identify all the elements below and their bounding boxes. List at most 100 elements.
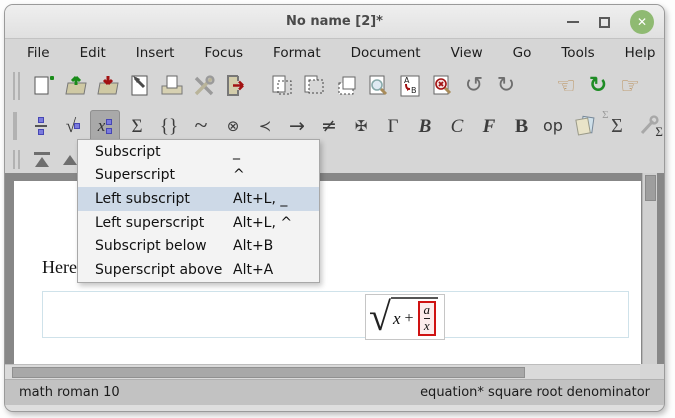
- paste-button[interactable]: [331, 70, 361, 102]
- menu-item-left-subscript[interactable]: Left subscript Alt+L, _: [78, 187, 319, 211]
- equation-environment[interactable]: √ x + a x: [42, 291, 629, 338]
- menu-item-subscript-below[interactable]: Subscript below Alt+B: [78, 234, 319, 258]
- binary-operator-button[interactable]: ⊗: [218, 110, 248, 142]
- back-hand-icon: ☜: [556, 74, 576, 99]
- undo-button[interactable]: ↺: [459, 70, 489, 102]
- replace-icon: A B: [397, 73, 423, 99]
- paragraph-text: Here: [42, 257, 77, 278]
- shortcut-label: Alt+L, ^: [233, 215, 305, 231]
- horizontal-scrollbar[interactable]: [5, 364, 640, 379]
- new-document-button[interactable]: [29, 70, 59, 102]
- fraction-numerator: a: [424, 303, 431, 318]
- minimize-button[interactable]: [567, 21, 579, 23]
- find-button[interactable]: [363, 70, 393, 102]
- subsup-dropdown-menu: Subscript _ Superscript ^ Left subscript…: [77, 139, 320, 283]
- focused-fraction[interactable]: a x: [418, 301, 437, 336]
- export-icon: [223, 73, 249, 99]
- accent-button[interactable]: ~: [186, 110, 216, 142]
- big-operator-button[interactable]: Σ: [122, 110, 152, 142]
- window-title: No name [2]*: [286, 14, 383, 29]
- shortcut-label: Alt+L, _: [233, 191, 305, 207]
- menu-item-subscript[interactable]: Subscript _: [78, 140, 319, 164]
- replace-button[interactable]: A B: [395, 70, 425, 102]
- miscellaneous-symbol-button[interactable]: ✠: [346, 110, 376, 142]
- menu-help[interactable]: Help: [625, 45, 656, 61]
- toolbar-grip[interactable]: [13, 112, 17, 140]
- preferences-button[interactable]: [189, 70, 219, 102]
- reload-button[interactable]: ↻: [583, 70, 613, 102]
- vertical-scrollbar-thumb[interactable]: [645, 175, 656, 201]
- fraktur-letter-button[interactable]: F: [474, 110, 504, 142]
- brackets-button[interactable]: {}: [154, 110, 184, 142]
- menu-edit[interactable]: Edit: [80, 45, 106, 61]
- blackboard-letter-button[interactable]: B: [506, 110, 536, 142]
- cut-button[interactable]: [299, 70, 329, 102]
- shortcut-label: ^: [233, 167, 305, 183]
- reload-icon: ↻: [589, 75, 607, 97]
- math-preferences-button[interactable]: Σ: [634, 110, 664, 142]
- greek-letter-button[interactable]: Γ: [378, 110, 408, 142]
- calligraphic-letter-button[interactable]: C: [442, 110, 472, 142]
- maximize-button[interactable]: [599, 17, 610, 28]
- arrow-button[interactable]: →: [282, 110, 312, 142]
- redo-button[interactable]: ↻: [491, 70, 521, 102]
- insert-symbol-button[interactable]: Σ Σ: [602, 110, 632, 142]
- spell-check-button[interactable]: [427, 70, 457, 102]
- maltese-cross-icon: ✠: [355, 119, 368, 134]
- relation-button[interactable]: ≺: [250, 110, 280, 142]
- vertical-scrollbar[interactable]: [642, 173, 657, 364]
- toolbar-grip[interactable]: [13, 72, 20, 100]
- status-bar: math roman 10 equation* square root deno…: [5, 379, 664, 405]
- fraction-button[interactable]: [26, 110, 56, 142]
- gamma-icon: Γ: [388, 117, 399, 136]
- save-document-button[interactable]: [93, 70, 123, 102]
- sigma-palette-icon: Σ Σ: [611, 116, 623, 136]
- menu-tools[interactable]: Tools: [561, 45, 594, 61]
- bold-letter-button[interactable]: B: [410, 110, 440, 142]
- radicand: x + a x: [391, 297, 438, 336]
- forward-hand-icon: ☞: [620, 74, 640, 99]
- menu-file[interactable]: File: [27, 45, 50, 61]
- formula-focus-box[interactable]: √ x + a x: [365, 294, 445, 340]
- build-button[interactable]: [125, 70, 155, 102]
- export-button[interactable]: [221, 70, 251, 102]
- open-document-icon: [63, 73, 89, 99]
- menu-format[interactable]: Format: [273, 45, 321, 61]
- svg-text:A: A: [404, 76, 410, 85]
- tilde-accent-icon: ~: [195, 114, 208, 138]
- script-c-icon: C: [451, 117, 464, 136]
- cut-icon: [301, 73, 327, 99]
- close-button[interactable]: ✕: [630, 10, 654, 34]
- menu-document[interactable]: Document: [351, 45, 421, 61]
- hammer-icon: [127, 73, 153, 99]
- symbol-palette-button[interactable]: [570, 110, 600, 142]
- menu-focus[interactable]: Focus: [204, 45, 243, 61]
- back-button[interactable]: ☜: [551, 70, 581, 102]
- menu-item-superscript[interactable]: Superscript ^: [78, 164, 319, 188]
- negation-button[interactable]: ≠: [314, 110, 344, 142]
- main-toolbar: A B ↺ ↻ ☜ ↻ ☞: [5, 66, 664, 106]
- toolbar-grip[interactable]: [13, 150, 20, 169]
- sqrt-button[interactable]: √: [58, 110, 88, 142]
- exit-left-button[interactable]: [29, 149, 55, 171]
- tools-icon: [191, 73, 217, 99]
- menu-item-superscript-above[interactable]: Superscript above Alt+A: [78, 258, 319, 282]
- menu-go[interactable]: Go: [513, 45, 532, 61]
- braces-icon: {}: [160, 117, 178, 136]
- copy-button[interactable]: [267, 70, 297, 102]
- print-button[interactable]: [157, 70, 187, 102]
- operator-button[interactable]: op: [538, 110, 568, 142]
- precedes-icon: ≺: [259, 119, 272, 134]
- open-document-button[interactable]: [61, 70, 91, 102]
- op-icon: op: [543, 118, 563, 134]
- not-equal-icon: ≠: [321, 117, 337, 136]
- subsup-button[interactable]: x: [90, 110, 120, 142]
- shortcut-label: Alt+A: [233, 262, 305, 278]
- title-bar[interactable]: No name [2]* ✕: [5, 5, 664, 39]
- menu-insert[interactable]: Insert: [136, 45, 175, 61]
- horizontal-scrollbar-thumb[interactable]: [12, 367, 525, 378]
- menu-view[interactable]: View: [451, 45, 483, 61]
- menu-item-left-superscript[interactable]: Left superscript Alt+L, ^: [78, 211, 319, 235]
- forward-button[interactable]: ☞: [615, 70, 645, 102]
- desktop: No name [2]* ✕ File Edit Insert Focus Fo…: [0, 0, 675, 418]
